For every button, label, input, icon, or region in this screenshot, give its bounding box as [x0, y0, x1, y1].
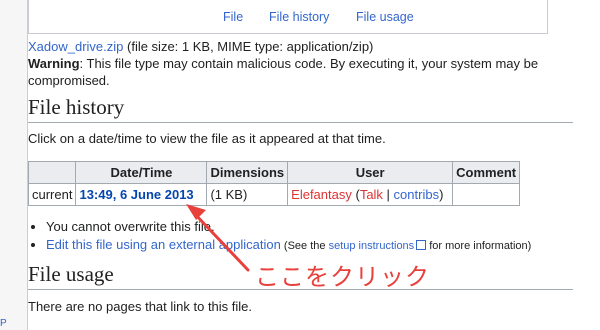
arrow-shaft: [191, 210, 250, 272]
click-here-annotation: ここをクリック: [255, 264, 430, 291]
arrow-head: [186, 204, 206, 220]
